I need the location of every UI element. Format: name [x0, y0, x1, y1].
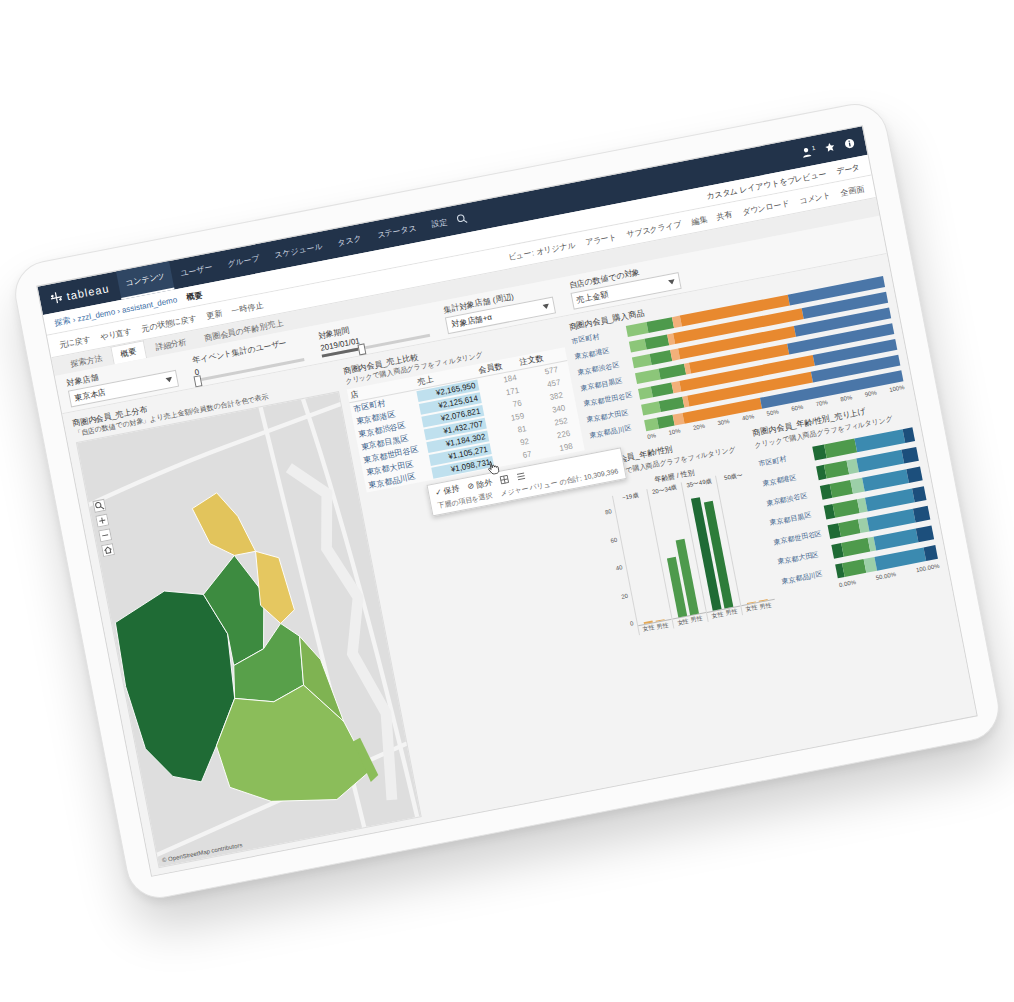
- slider-thumb[interactable]: [357, 343, 366, 355]
- bar-segment[interactable]: [659, 396, 684, 411]
- map-region[interactable]: [294, 631, 343, 727]
- bar-segment[interactable]: [912, 486, 927, 502]
- tableau-logo-icon: [49, 290, 64, 305]
- toolbar-button[interactable]: やり直す: [99, 325, 133, 342]
- star-icon[interactable]: [824, 141, 837, 154]
- dashboard-screen: tableauコンテンツユーザーグループスケジュールタスクステータス設定1探索 …: [36, 125, 977, 877]
- bar-segment[interactable]: [856, 450, 904, 472]
- caret-down-icon: [165, 377, 173, 383]
- bar-segment[interactable]: [873, 529, 918, 551]
- bar-segment[interactable]: [923, 545, 938, 561]
- bar[interactable]: [759, 599, 768, 602]
- bar-segment[interactable]: [867, 509, 916, 532]
- bar-segment[interactable]: [641, 401, 661, 415]
- caret-down-icon: [542, 303, 550, 309]
- bar[interactable]: [644, 620, 653, 624]
- tooltip-action[interactable]: ⊘ 除外: [466, 477, 493, 493]
- toolbar-button[interactable]: 共有: [716, 208, 734, 222]
- bar-segment[interactable]: [839, 519, 861, 536]
- toolbar-button[interactable]: コメント: [798, 189, 832, 206]
- tooltip-action[interactable]: ✓ 保持: [434, 483, 461, 499]
- bar[interactable]: [656, 619, 665, 622]
- bar-segment[interactable]: [830, 480, 853, 498]
- bar-segment[interactable]: [901, 447, 919, 464]
- tablet: tableauコンテンツユーザーグループスケジュールタスクステータス設定1探索 …: [9, 98, 1004, 904]
- toolbar-button[interactable]: アラート: [584, 231, 618, 248]
- bar-segment[interactable]: [824, 461, 849, 479]
- current-view: 概要: [186, 289, 204, 303]
- bar-segment[interactable]: [902, 427, 915, 443]
- map-region[interactable]: [208, 676, 374, 820]
- search-icon[interactable]: [455, 212, 468, 225]
- bar-segment[interactable]: [862, 469, 909, 491]
- bar-segment[interactable]: [915, 525, 934, 542]
- bar-segment[interactable]: [658, 363, 686, 379]
- toolbar-button[interactable]: 全画面: [839, 183, 865, 198]
- bar[interactable]: [747, 601, 756, 604]
- bar-segment[interactable]: [644, 334, 669, 349]
- bar-segment[interactable]: [632, 354, 652, 368]
- hand-cursor-icon: [485, 459, 501, 476]
- chart-column: 商圏内会員_購入商品市区町村東京都港区東京都渋谷区東京都目黒区東京都世田谷区東京…: [568, 261, 968, 771]
- toolbar-button[interactable]: 元に戻す: [58, 333, 92, 350]
- caret-down-icon: [668, 279, 676, 285]
- toolbar-button[interactable]: 更新: [205, 308, 223, 322]
- info-icon[interactable]: [843, 137, 856, 150]
- zoom-in-icon[interactable]: [95, 514, 109, 528]
- user-icon: [800, 146, 813, 159]
- bar-segment[interactable]: [824, 439, 857, 459]
- y-axis: 806040200: [604, 508, 636, 628]
- map-region[interactable]: [250, 546, 296, 626]
- slider-thumb[interactable]: [193, 375, 202, 387]
- age-sales-chart: 商圏内会員_年齢/性別_売り上げクリックで購入商品グラフをフィルタリング市区町村…: [752, 398, 942, 607]
- page: tableauコンテンツユーザーグループスケジュールタスクステータス設定1探索 …: [0, 0, 1014, 1002]
- group-icon[interactable]: [499, 474, 510, 485]
- layout-button[interactable]: データ: [835, 161, 861, 176]
- bar-segment[interactable]: [646, 317, 674, 333]
- bar-segment[interactable]: [913, 506, 931, 523]
- search-icon[interactable]: [92, 499, 106, 513]
- bar-segment[interactable]: [626, 322, 649, 337]
- table-icon[interactable]: [516, 471, 527, 482]
- notification-badge: 1: [811, 145, 815, 152]
- user-button[interactable]: 1: [800, 145, 817, 159]
- home-icon[interactable]: [101, 543, 115, 557]
- map-region[interactable]: [190, 488, 255, 562]
- bar-segment[interactable]: [651, 382, 674, 397]
- zoom-out-icon[interactable]: [98, 528, 112, 542]
- tooltip-summary: メジャー バリュー の合計: 10,309,396: [500, 466, 620, 499]
- bar-segment[interactable]: [650, 350, 673, 365]
- bar-segment[interactable]: [842, 559, 866, 577]
- account-area: 1: [800, 137, 856, 158]
- bar-segment[interactable]: [833, 499, 860, 517]
- age-group: ~19歳女性男性: [612, 489, 674, 635]
- bar-segment[interactable]: [865, 489, 915, 512]
- bar-segment[interactable]: [635, 368, 660, 383]
- tableau-logo[interactable]: tableau: [49, 281, 110, 305]
- toolbar-button[interactable]: ダウンロード: [741, 197, 790, 217]
- bar-segment[interactable]: [841, 538, 870, 557]
- bar-segment[interactable]: [906, 467, 923, 483]
- bar-segment[interactable]: [854, 429, 905, 452]
- toolbar-button[interactable]: 一時停止: [231, 300, 265, 317]
- toolbar-button[interactable]: 編集: [690, 213, 708, 227]
